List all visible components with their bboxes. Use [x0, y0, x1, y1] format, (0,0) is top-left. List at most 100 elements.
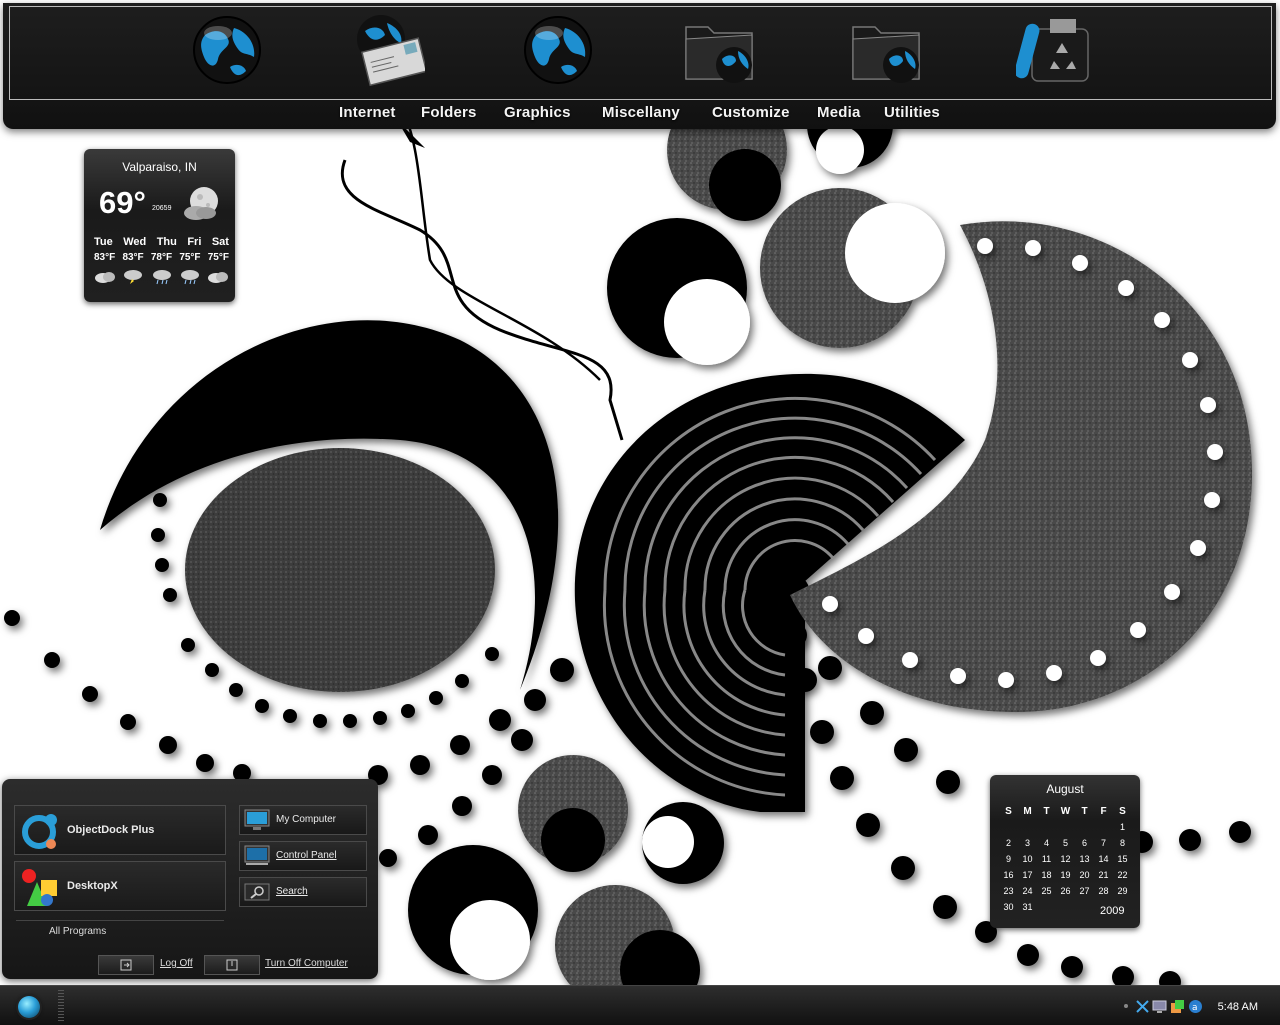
calendar-month: August: [1046, 782, 1084, 796]
turn-off-label[interactable]: Turn Off Computer: [265, 958, 348, 969]
calendar-day: 25: [1041, 886, 1052, 896]
calendar-day: 10: [1022, 854, 1033, 864]
pinned-objectdock[interactable]: ObjectDock Plus: [14, 805, 226, 855]
calendar-day: 20: [1079, 870, 1090, 880]
turn-off-button[interactable]: [204, 955, 260, 975]
all-programs-link[interactable]: All Programs: [49, 926, 106, 937]
forecast-high: 78°F: [150, 252, 173, 263]
taskbar-grip[interactable]: [58, 990, 64, 1022]
taskbar-clock[interactable]: 5:48 AM: [1218, 1001, 1258, 1013]
weekday-header: T: [1043, 805, 1050, 817]
calendar-day: 4: [1043, 838, 1049, 848]
weather-widget[interactable]: Valparaiso, IN 69° 20659 Tue Wed Thu Fri…: [84, 149, 235, 302]
forecast-high: 83°F: [94, 252, 116, 263]
forecast-day: Thu: [156, 236, 177, 248]
forecast-day: Sat: [211, 236, 229, 248]
dock-label-utilities[interactable]: Utilities: [884, 104, 940, 121]
dock-label-customize[interactable]: Customize: [712, 104, 790, 121]
calendar-day: [1056, 819, 1075, 835]
calendar-day: 16: [1003, 870, 1014, 880]
calendar-day: 24: [1022, 886, 1033, 896]
calendar-day: 30: [1003, 902, 1014, 912]
recycle-bin-icon[interactable]: [1016, 13, 1090, 87]
forecast-high: 75°F: [207, 252, 229, 263]
pinned-desktopx[interactable]: DesktopX: [14, 861, 226, 911]
forecast-icons: [94, 269, 229, 285]
calendar-day: [1075, 819, 1094, 835]
calendar-day: 5: [1062, 838, 1068, 848]
calendar-day: 22: [1117, 870, 1128, 880]
cloudy-icon: [208, 272, 228, 283]
globe-icon[interactable]: [190, 13, 264, 87]
taskbar: a 5:48 AM: [0, 985, 1280, 1025]
folder-globe-icon[interactable]: [682, 13, 756, 87]
link-search[interactable]: Search: [239, 877, 367, 907]
mail-globe-icon[interactable]: [351, 13, 425, 87]
weekday-header: F: [1100, 805, 1107, 817]
display-icon[interactable]: [1152, 999, 1167, 1014]
calendar-day: 19: [1060, 870, 1071, 880]
pinned-label: DesktopX: [67, 880, 118, 892]
weekday-header: W: [1060, 805, 1071, 817]
link-label: My Computer: [276, 814, 337, 825]
weekday-header: T: [1081, 805, 1088, 817]
weather-temperature: 69°: [99, 185, 146, 220]
folder-globe-icon[interactable]: [849, 13, 923, 87]
link-my-computer[interactable]: My Computer: [239, 805, 367, 835]
dock-label-miscellany[interactable]: Miscellany: [602, 104, 680, 121]
paint-icon[interactable]: [1170, 999, 1185, 1014]
network-icon[interactable]: [1135, 999, 1150, 1014]
calendar-day: [1075, 899, 1094, 915]
calendar-day: 9: [1005, 854, 1011, 864]
log-off-label[interactable]: Log Off: [160, 958, 193, 969]
control-panel-icon: [244, 845, 270, 865]
updates-icon[interactable]: a: [1188, 999, 1203, 1014]
forecast-high: 75°F: [179, 252, 201, 263]
weather-location-code: 20659: [152, 205, 172, 212]
calendar-grid: S M T W T F S 1 2345678 9 10 11 12 13 14 15 16…: [999, 803, 1132, 915]
log-off-button[interactable]: [98, 955, 154, 975]
rain-icon: [152, 270, 171, 285]
calendar-day: [999, 819, 1018, 835]
weekday-header: S: [1119, 805, 1126, 817]
tray-expand-icon[interactable]: [1124, 1004, 1128, 1008]
calendar-day: 21: [1098, 870, 1109, 880]
calendar-day: [1018, 819, 1037, 835]
link-control-panel[interactable]: Control Panel: [239, 841, 367, 871]
calendar-day: 12: [1060, 854, 1071, 864]
calendar-day: 17: [1022, 870, 1033, 880]
calendar-day: 23: [1003, 886, 1014, 896]
forecast-high: 83°F: [122, 252, 144, 263]
forecast-day: Tue: [94, 236, 113, 248]
calendar-day: 1: [1119, 822, 1125, 832]
globe-icon[interactable]: [521, 13, 595, 87]
calendar-day: 3: [1024, 838, 1030, 848]
desktopx-icon: [22, 869, 57, 906]
calendar-day: 28: [1098, 886, 1109, 896]
weekday-header: S: [1005, 805, 1012, 817]
calendar-day: 8: [1119, 838, 1125, 848]
weekday-header: M: [1023, 805, 1032, 817]
calendar-day: 7: [1100, 838, 1106, 848]
dock-label-graphics[interactable]: Graphics: [504, 104, 571, 121]
objectdock-icon: [22, 814, 57, 849]
link-label: Control Panel: [276, 850, 337, 861]
forecast-highs: 83°F 83°F 78°F 75°F 75°F: [94, 252, 229, 263]
calendar-day: 11: [1041, 854, 1052, 864]
start-button[interactable]: [18, 996, 40, 1018]
search-icon: [244, 883, 270, 901]
link-label: Search: [276, 886, 308, 897]
dock-label-media[interactable]: Media: [817, 104, 861, 121]
dock-label-folders[interactable]: Folders: [421, 104, 477, 121]
menu-divider: [16, 920, 224, 921]
dock-label-internet[interactable]: Internet: [339, 104, 396, 121]
calendar-day: 14: [1098, 854, 1109, 864]
forecast-days: Tue Wed Thu Fri Sat: [94, 236, 229, 248]
calendar-day: 18: [1041, 870, 1052, 880]
calendar-widget[interactable]: August S M T W T F S 1 2345678 9 10 11 12 13…: [990, 775, 1140, 928]
rain-icon: [180, 270, 199, 285]
cloudy-moon-icon: [184, 187, 218, 220]
pinned-label: ObjectDock Plus: [67, 824, 155, 836]
calendar-year: 2009: [1100, 905, 1125, 917]
calendar-day: 27: [1079, 886, 1090, 896]
